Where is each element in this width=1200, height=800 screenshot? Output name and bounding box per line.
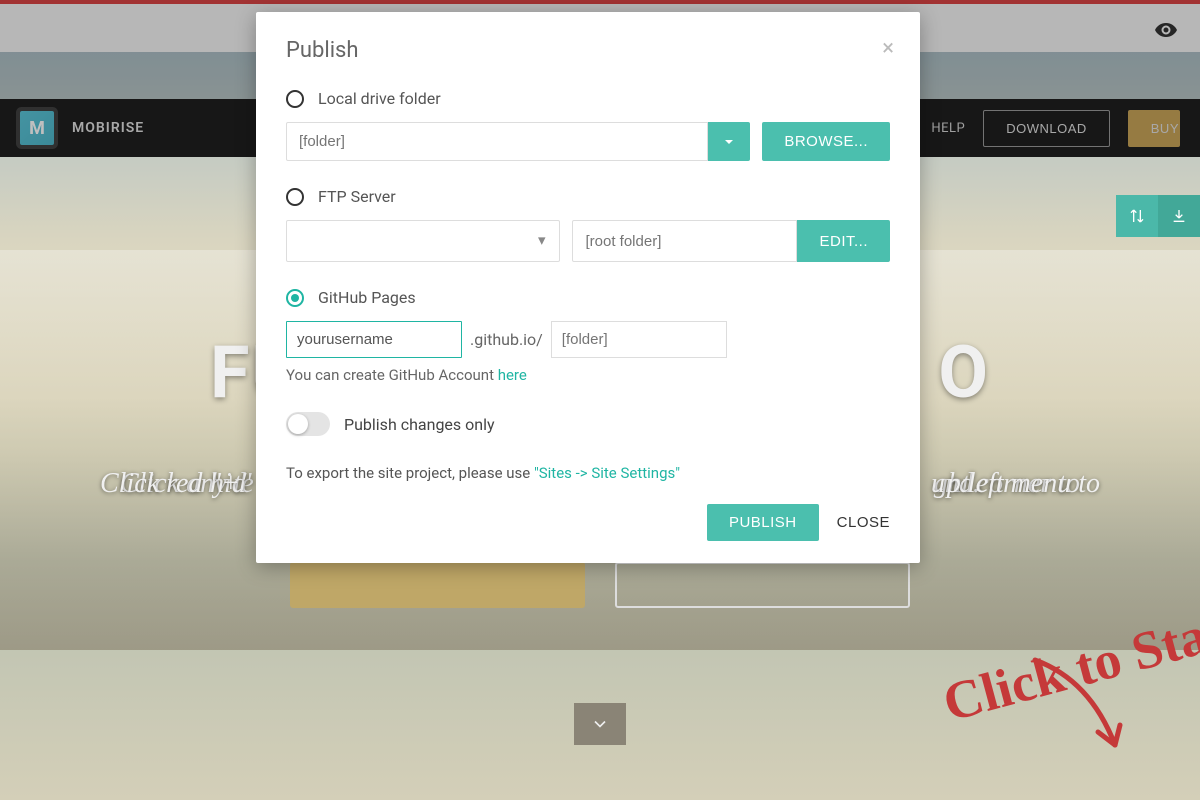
hero-buttons xyxy=(0,562,1200,608)
local-drive-label: Local drive folder xyxy=(318,89,441,108)
buy-button[interactable]: BUY xyxy=(1128,110,1180,147)
nav-help-link[interactable]: HELP xyxy=(931,121,965,136)
side-toolbar xyxy=(1116,195,1200,237)
publish-changes-toggle[interactable] xyxy=(286,412,330,436)
ftp-server-select[interactable] xyxy=(286,220,560,262)
github-label: GitHub Pages xyxy=(318,288,416,307)
ftp-option: FTP Server EDIT... xyxy=(286,187,890,262)
brand-name: MOBIRISE xyxy=(72,120,144,136)
folder-dropdown-button[interactable] xyxy=(708,122,750,161)
local-folder-input[interactable] xyxy=(286,122,708,161)
export-hint: To export the site project, please use "… xyxy=(286,464,890,482)
hand-drawn-arrow-icon xyxy=(1020,650,1160,770)
publish-button[interactable]: PUBLISH xyxy=(707,504,819,541)
topbar-accent xyxy=(0,0,1200,4)
scroll-down-button[interactable] xyxy=(574,703,626,745)
github-option: GitHub Pages .github.io/ You can create … xyxy=(286,288,890,384)
ftp-label: FTP Server xyxy=(318,187,396,206)
github-radio[interactable] xyxy=(286,289,304,307)
hero-l3-right: p left menu to xyxy=(947,462,1100,507)
github-suffix: .github.io/ xyxy=(470,330,543,349)
close-button[interactable]: CLOSE xyxy=(837,514,890,531)
modal-title: Publish xyxy=(286,38,890,63)
download-icon[interactable] xyxy=(1158,195,1200,237)
publish-modal: Publish × Local drive folder BROWSE... F… xyxy=(256,12,920,563)
local-drive-option: Local drive folder BROWSE... xyxy=(286,89,890,161)
logo-icon[interactable]: M xyxy=(20,111,54,145)
download-button[interactable]: DOWNLOAD xyxy=(983,110,1110,147)
modal-footer: PUBLISH CLOSE xyxy=(286,504,890,541)
browse-button[interactable]: BROWSE... xyxy=(762,122,890,161)
export-hint-text: To export the site project, please use xyxy=(286,464,534,482)
publish-changes-row: Publish changes only xyxy=(286,412,890,436)
github-hint-text: You can create GitHub Account xyxy=(286,366,498,384)
github-folder-input[interactable] xyxy=(551,321,727,358)
hero-secondary-button[interactable] xyxy=(615,562,910,608)
github-hint: You can create GitHub Account here xyxy=(286,366,890,384)
close-icon[interactable]: × xyxy=(882,36,894,61)
site-settings-link[interactable]: "Sites -> Site Settings" xyxy=(534,464,680,482)
sort-icon[interactable] xyxy=(1116,195,1158,237)
local-drive-radio[interactable] xyxy=(286,90,304,108)
ftp-root-input[interactable] xyxy=(572,220,797,262)
preview-icon[interactable] xyxy=(1154,18,1178,42)
github-here-link[interactable]: here xyxy=(498,366,527,384)
ftp-radio[interactable] xyxy=(286,188,304,206)
edit-ftp-button[interactable]: EDIT... xyxy=(797,220,890,262)
publish-changes-label: Publish changes only xyxy=(344,415,495,434)
hero-primary-button[interactable] xyxy=(290,562,585,608)
hero-l3-left: Click red "+" i xyxy=(100,462,267,507)
github-username-input[interactable] xyxy=(286,321,462,358)
